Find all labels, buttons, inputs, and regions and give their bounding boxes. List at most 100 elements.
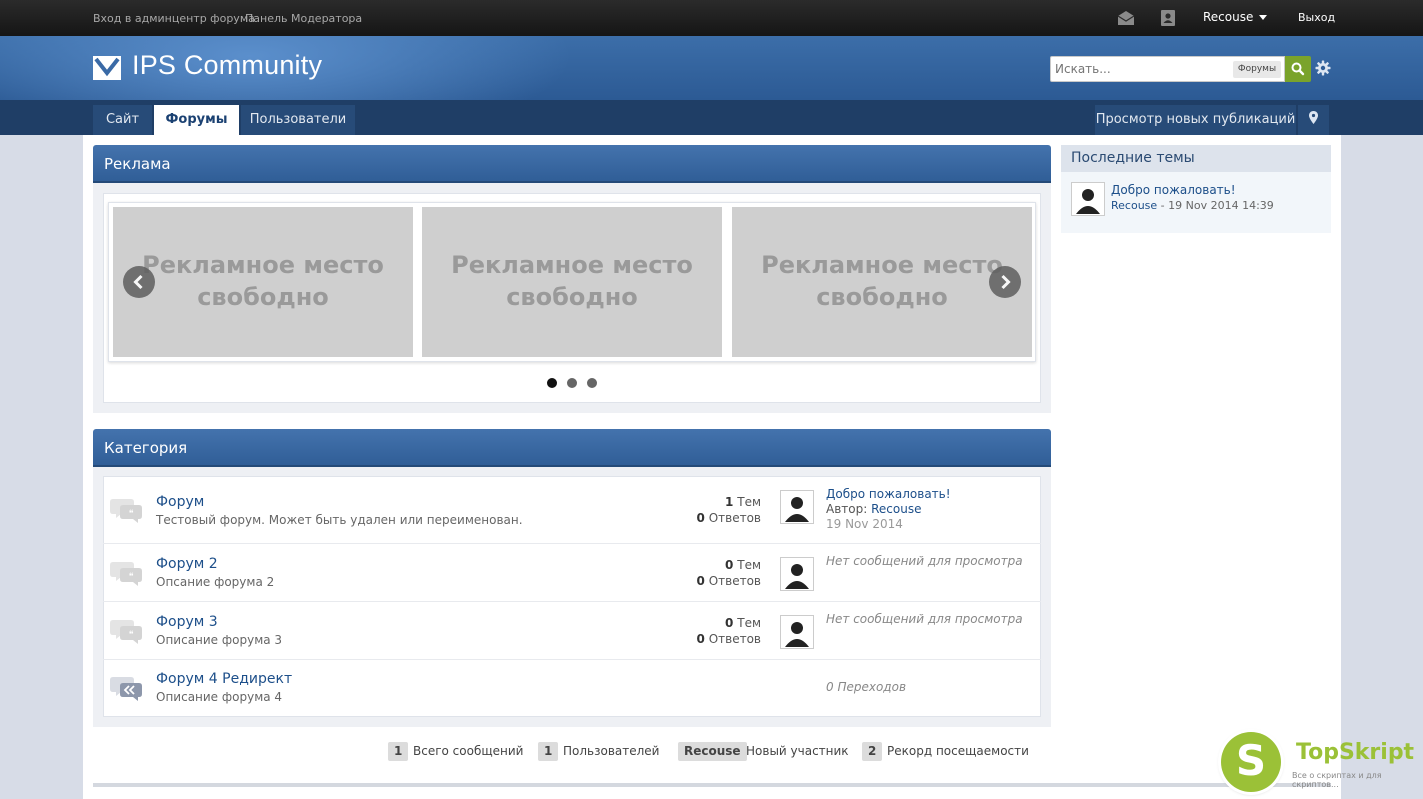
members-label: Пользователей [563, 744, 660, 758]
last-post-date: 19 Nov 2014 [826, 517, 903, 531]
forum-row: ❝ Форум Тестовый форум. Может быть удале… [103, 477, 1041, 544]
watermark-letter: S [1235, 736, 1267, 785]
author-label: Автор: [826, 502, 868, 516]
no-posts-message: Нет сообщений для просмотра [826, 554, 1023, 568]
ad-slot-text: Рекламное место [451, 251, 693, 279]
last-post-title-link[interactable]: Добро пожаловать! [826, 487, 951, 502]
view-new-content-button[interactable]: Просмотр новых публикаций [1095, 105, 1296, 135]
search-icon [1291, 62, 1305, 76]
forum-title-link[interactable]: Форум 4 Редирект [156, 671, 292, 687]
carousel-next-button[interactable] [989, 266, 1021, 298]
carousel-dot-1[interactable] [547, 378, 557, 388]
forum-description: Описание форума 3 [156, 633, 283, 647]
ad-slot-text: свободно [506, 283, 638, 311]
avatar [780, 615, 814, 649]
search-button[interactable] [1285, 56, 1311, 82]
forum-stats: 0 Тем 0 Ответов [697, 557, 761, 589]
tab-members[interactable]: Пользователи [241, 105, 355, 135]
avatar[interactable] [780, 490, 814, 524]
watermark-name: TopSkript [1296, 740, 1415, 765]
avatar [780, 557, 814, 591]
ips-logo-icon[interactable] [93, 56, 121, 80]
forum-description: Опсание форума 2 [156, 575, 275, 589]
chevron-down-icon [1259, 15, 1268, 20]
watermark-tagline: Все о скриптах и для скриптов... [1292, 771, 1382, 789]
user-silhouette-icon [782, 492, 812, 522]
forum-description: Тестовый форум. Может быть удален или пе… [156, 513, 523, 527]
topics-count: 0 [725, 616, 734, 630]
forum-read-icon: ❝ [110, 620, 142, 644]
recent-topic-author-link[interactable]: Recouse [1111, 199, 1157, 212]
carousel-dot-3[interactable] [587, 378, 597, 388]
replies-label: Ответов [708, 574, 761, 588]
recent-topics-title: Последние темы [1061, 145, 1331, 172]
forum-title-link[interactable]: Форум 2 [156, 556, 218, 572]
search-scope-selector[interactable]: Форумы [1233, 61, 1281, 78]
record-online-label: Рекорд посещаемости [887, 744, 1029, 758]
recent-topic-link[interactable]: Добро пожаловать! [1111, 183, 1236, 197]
topics-label: Тем [737, 616, 761, 630]
gear-icon[interactable] [1315, 60, 1331, 76]
replies-count: 0 [696, 511, 705, 525]
ads-block-title: Реклама [93, 145, 1051, 183]
forum-row: ❝ Форум 2 Опсание форума 2 0 Тем 0 Ответ… [103, 545, 1041, 602]
category-title[interactable]: Категория [93, 429, 1051, 467]
redirect-count: 0 Переходов [826, 680, 907, 694]
tab-site[interactable]: Сайт [93, 105, 152, 135]
search-input[interactable] [1055, 57, 1230, 81]
forum-title-link[interactable]: Форум [156, 494, 204, 510]
record-online-count: 2 [862, 742, 883, 761]
forum-stats: 0 Тем 0 Ответов [697, 615, 761, 647]
ad-slot-1[interactable]: Рекламное место свободно [113, 207, 413, 357]
moderator-cp-link[interactable]: Панель Модератора [245, 12, 362, 25]
ad-slot-2[interactable]: Рекламное место свободно [422, 207, 722, 357]
topics-count: 1 [725, 495, 734, 509]
avatar[interactable] [1071, 182, 1105, 216]
ad-slot-text: свободно [816, 283, 948, 311]
tab-forums[interactable]: Форумы [154, 105, 239, 135]
last-post-info: Добро пожаловать! Автор: Recouse 19 Nov … [826, 487, 951, 532]
topics-label: Тем [737, 558, 761, 572]
forum-title-link[interactable]: Форум 3 [156, 614, 218, 630]
replies-label: Ответов [708, 511, 761, 525]
ad-slot-text: свободно [197, 283, 329, 311]
total-posts-label: Всего сообщений [413, 744, 524, 758]
carousel-prev-button[interactable] [123, 266, 155, 298]
forum-row: ❝ Форум 3 Описание форума 3 0 Тем 0 Отве… [103, 603, 1041, 660]
forum-redirect-icon [110, 677, 142, 701]
forum-stats: 1 Тем 0 Ответов [697, 494, 761, 526]
site-header: IPS Community Форумы [0, 36, 1423, 100]
total-posts-count: 1 [388, 742, 409, 761]
newest-member-link[interactable]: Recouse [678, 742, 747, 761]
admin-cp-link[interactable]: Вход в админцентр форума [93, 12, 255, 25]
replies-count: 0 [696, 574, 705, 588]
svg-text:❝: ❝ [129, 572, 134, 582]
messenger-icon[interactable] [1117, 10, 1135, 26]
map-pin-icon [1309, 111, 1318, 124]
forum-description: Описание форума 4 [156, 690, 283, 704]
logout-link[interactable]: Выход [1298, 11, 1335, 24]
replies-count: 0 [696, 632, 705, 646]
site-logo-text[interactable]: IPS Community [132, 50, 322, 81]
user-silhouette-icon [782, 559, 812, 589]
main-navigation: Сайт Форумы Пользователи Просмотр новых … [0, 100, 1423, 135]
members-count: 1 [538, 742, 559, 761]
forum-read-icon: ❝ [110, 562, 142, 586]
notifications-icon[interactable] [1159, 10, 1177, 26]
newest-member-label: Новый участник [746, 744, 849, 758]
forum-read-icon: ❝ [110, 499, 142, 523]
svg-text:❝: ❝ [129, 630, 134, 640]
no-posts-message: Нет сообщений для просмотра [826, 612, 1023, 626]
forum-row: Форум 4 Редирект Описание форума 4 0 Пер… [103, 661, 1041, 716]
ad-slot-text: Рекламное место [142, 251, 384, 279]
chevron-right-icon [1001, 274, 1011, 290]
top-bar: Вход в админцентр форума Панель Модерато… [0, 0, 1423, 36]
location-pin-button[interactable] [1298, 105, 1329, 135]
recent-topic-meta: Recouse - 19 Nov 2014 14:39 [1111, 199, 1274, 212]
svg-text:❝: ❝ [129, 509, 134, 519]
ad-slot-3[interactable]: Рекламное место свободно [732, 207, 1032, 357]
username: Recouse [1203, 10, 1254, 24]
carousel-dot-2[interactable] [567, 378, 577, 388]
user-menu[interactable]: Recouse [1203, 10, 1268, 24]
last-post-author-link[interactable]: Recouse [871, 502, 921, 516]
